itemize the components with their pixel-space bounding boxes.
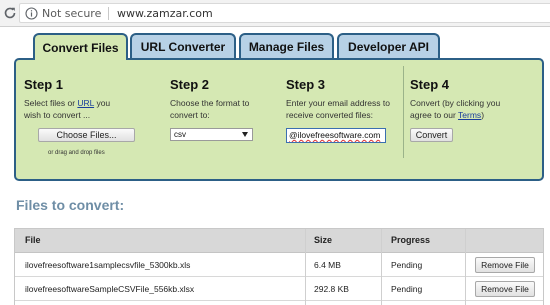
column-divider <box>381 229 382 305</box>
step1-title: Step 1 <box>24 77 64 92</box>
drag-drop-note: or drag and drop files <box>48 150 105 156</box>
info-icon[interactable] <box>25 7 38 20</box>
dropdown-arrow-icon <box>242 132 248 137</box>
file-progress: Pending <box>391 260 423 270</box>
file-size: 6.4 MB <box>314 260 341 270</box>
url-text[interactable]: www.zamzar.com <box>117 7 213 20</box>
step2-desc-line2: convert to: <box>170 110 210 120</box>
column-divider <box>465 229 466 305</box>
step4-divider <box>403 66 404 158</box>
step2-title: Step 2 <box>170 77 210 92</box>
choose-files-button[interactable]: Choose Files... <box>38 128 135 142</box>
file-name: ilovefreesoftware1samplecsvfile_5300kb.x… <box>25 260 191 270</box>
reload-icon[interactable] <box>3 6 17 20</box>
column-divider <box>305 229 306 305</box>
url-field[interactable]: Not secure www.zamzar.com <box>19 3 550 23</box>
step2-description: Choose the format to convert to: <box>170 97 249 121</box>
step1-desc-text-after: you <box>94 98 111 108</box>
convert-button[interactable]: Convert <box>410 128 453 142</box>
browser-address-bar: Not secure www.zamzar.com <box>0 0 550 27</box>
step3-title: Step 3 <box>286 77 326 92</box>
format-select[interactable]: csv <box>170 128 253 141</box>
step3-desc-line2: receive converted files: <box>286 110 373 120</box>
url-divider <box>108 7 109 20</box>
files-table: File Size Progress ilovefreesoftware1sam… <box>14 228 544 305</box>
file-name: ilovefreesoftwareSampleCSVFile_556kb.xls… <box>25 284 195 294</box>
remove-file-button[interactable]: Remove File <box>475 257 535 273</box>
tab-convert-files[interactable]: Convert Files <box>33 33 128 60</box>
email-field[interactable]: @ilovefreesoftware.com <box>286 128 386 143</box>
step1-desc-text: Select files or <box>24 98 78 108</box>
step4-desc-line1: Convert (by clicking you <box>410 98 501 108</box>
tab-url-converter[interactable]: URL Converter <box>130 33 236 58</box>
column-progress: Progress <box>391 235 431 245</box>
convert-panel: Step 1 Select files or URL you wish to c… <box>14 58 544 181</box>
file-progress: Pending <box>391 284 423 294</box>
step1-desc-line2: wish to convert ... <box>24 110 91 120</box>
step1-description: Select files or URL you wish to convert … <box>24 97 110 121</box>
tab-manage-files[interactable]: Manage Files <box>239 33 334 58</box>
email-value: @ilovefreesoftware.com <box>289 130 381 140</box>
url-link[interactable]: URL <box>77 98 94 108</box>
terms-link[interactable]: Terms <box>458 110 481 120</box>
step2-desc-line1: Choose the format to <box>170 98 250 108</box>
security-label: Not secure <box>42 7 102 20</box>
file-size: 292.8 KB <box>314 284 349 294</box>
format-select-value: csv <box>174 130 186 139</box>
tab-developer-api[interactable]: Developer API <box>337 33 440 58</box>
step4-desc-text-after: ) <box>481 110 485 120</box>
step3-desc-line1: Enter your email address to <box>286 98 390 108</box>
step4-description: Convert (by clicking you agree to our Te… <box>410 97 500 121</box>
column-size: Size <box>314 235 333 245</box>
column-file: File <box>25 235 41 245</box>
step4-title: Step 4 <box>410 77 450 92</box>
files-heading: Files to convert: <box>16 197 125 213</box>
remove-file-button[interactable]: Remove File <box>475 281 535 297</box>
step3-description: Enter your email address to receive conv… <box>286 97 390 121</box>
step4-desc-text: agree to our <box>410 110 459 120</box>
